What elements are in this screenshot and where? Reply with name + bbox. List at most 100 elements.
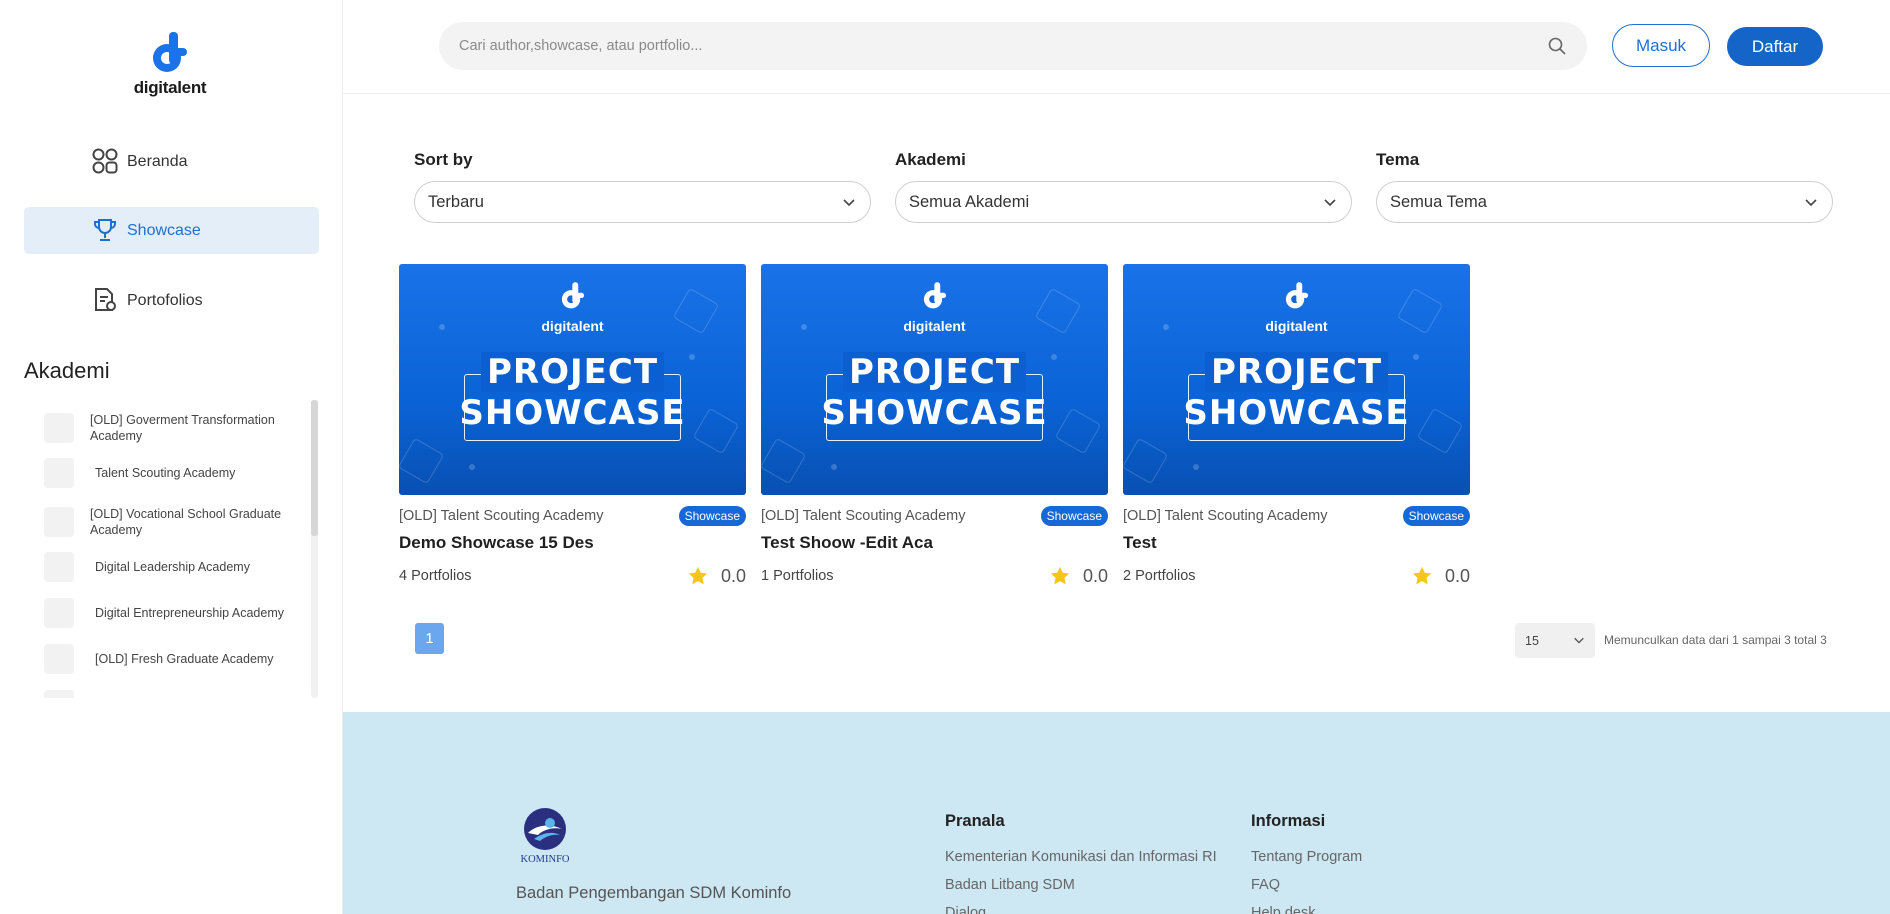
digitalent-logo-icon [147,30,193,76]
akademi-option[interactable] [44,690,314,698]
brand-name: digitalent [133,78,207,97]
search-input[interactable] [439,22,1587,70]
showcase-card[interactable]: digitalent PROJECT SHOWCASE [OLD] Talent… [1123,264,1470,587]
akademi-option[interactable]: [OLD] Fresh Graduate Academy [44,644,314,674]
digitalent-logo[interactable]: digitalent [125,30,215,98]
nav-beranda[interactable]: Beranda [24,138,319,185]
akademi-filter: Akademi Semua Akademi [895,150,1352,223]
filter-label: Tema [1376,150,1420,169]
akademi-option-label: [OLD] Fresh Graduate Academy [95,651,274,666]
showcase-thumbnail[interactable]: digitalent PROJECT SHOWCASE [399,264,746,495]
select-value: Semua Akademi [909,192,1030,211]
checkbox[interactable] [44,598,74,628]
select-value: Terbaru [428,192,484,211]
grid-icon [92,148,118,174]
checkbox[interactable] [44,690,74,698]
card-title[interactable]: Test Shoow -Edit Aca [761,533,1108,553]
checkbox[interactable] [44,644,74,674]
akademi-filter-list[interactable]: [OLD] Goverment Transformation Academy T… [24,398,320,698]
akademi-option[interactable]: Talent Scouting Academy [44,458,314,488]
akademi-option[interactable]: [OLD] Vocational School Graduate Academy [44,506,314,539]
kominfo-emblem-icon [524,808,566,850]
chevron-down-icon [843,199,855,207]
footer-link[interactable]: Kementerian Komunikasi dan Informasi RI [945,849,1217,877]
document-search-icon [95,288,116,311]
akademi-option-label: Talent Scouting Academy [95,465,236,480]
register-button[interactable]: Daftar [1727,27,1823,66]
nav-label: Portofolios [127,291,203,309]
chevron-down-icon [1324,199,1336,207]
rating: 0.0 [1049,565,1108,587]
thumbnail-title-line: PROJECT [1204,352,1389,392]
akademi-option[interactable]: [OLD] Goverment Transformation Academy [44,412,314,445]
thumbnail-title-line: PROJECT [480,352,665,392]
page-1-button[interactable]: 1 [415,623,444,654]
star-icon [688,566,708,585]
checkbox[interactable] [44,507,74,538]
thumbnail-brand: digitalent [903,318,966,334]
card-title[interactable]: Test [1123,533,1470,553]
akademi-option-label: Digital Leadership Academy [95,559,250,574]
footer-link[interactable]: Tentang Program [1251,849,1362,877]
checkbox[interactable] [44,552,74,582]
akademi-select[interactable]: Semua Akademi [895,181,1352,223]
kominfo-logo[interactable]: KOMINFO [515,807,575,865]
nav-label: Showcase [127,221,201,239]
showcase-thumbnail[interactable]: digitalent PROJECT SHOWCASE [761,264,1108,495]
select-value: Semua Tema [1390,192,1487,211]
footer-link[interactable]: FAQ [1251,877,1362,905]
footer-link[interactable]: Dialog [945,905,1217,914]
kominfo-logo-text: KOMINFO [520,854,570,865]
footer-link[interactable]: Help desk [1251,905,1362,914]
checkbox[interactable] [44,413,74,444]
tema-filter: Tema Semua Tema [1376,150,1833,223]
search-bar[interactable] [439,22,1587,70]
nav-portofolios[interactable]: Portofolios [24,277,319,324]
star-icon [1412,566,1432,585]
akademi-section-title: Akademi [24,358,110,383]
showcase-card[interactable]: digitalent PROJECT SHOWCASE [OLD] Talent… [761,264,1108,587]
showcase-card[interactable]: digitalent PROJECT SHOWCASE [OLD] Talent… [399,264,746,587]
rating-value: 0.0 [720,565,746,586]
thumbnail-title: PROJECT SHOWCASE [399,352,746,434]
card-akademi: [OLD] Talent Scouting Academy [1123,508,1328,524]
akademi-option[interactable]: Digital Leadership Academy [44,552,314,582]
digitalent-logo-icon [1285,282,1308,309]
rating: 0.0 [1411,565,1470,587]
showcase-thumbnail[interactable]: digitalent PROJECT SHOWCASE [1123,264,1470,495]
scrollbar-thumb[interactable] [311,400,318,536]
pagination-info: Memunculkan data dari 1 sampai 3 total 3 [1604,633,1827,647]
type-badge: Showcase [1402,506,1470,526]
thumbnail-title: PROJECT SHOWCASE [1123,352,1470,434]
card-title[interactable]: Demo Showcase 15 Des [399,533,746,553]
portfolio-count: 4 Portfolios [399,568,472,584]
footer-link[interactable]: Badan Litbang SDM [945,877,1217,905]
thumbnail-title-line: SHOWCASE [821,393,1048,433]
search-icon[interactable] [1547,36,1567,56]
rating-value: 0.0 [1082,565,1108,586]
digitalent-logo-icon [561,282,584,309]
portfolio-count: 1 Portfolios [761,568,834,584]
akademi-option-label: [OLD] Goverment Transformation Academy [90,413,275,444]
tema-select[interactable]: Semua Tema [1376,181,1833,223]
checkbox[interactable] [44,458,74,488]
top-bar: Masuk Daftar [343,0,1890,94]
akademi-scrollbar[interactable] [311,400,318,698]
nav-showcase[interactable]: Showcase [24,207,319,254]
login-button[interactable]: Masuk [1612,24,1710,67]
per-page-select[interactable]: 15 [1515,623,1595,658]
footer: KOMINFO Badan Pengembangan SDM Kominfo P… [343,712,1890,914]
digitalent-logo-icon [923,282,946,309]
sort-select[interactable]: Terbaru [414,181,871,223]
trophy-icon [94,219,116,241]
type-badge: Showcase [1040,506,1108,526]
star-icon [1050,566,1070,585]
informasi-column: Informasi Tentang Program FAQ Help desk [1251,812,1362,914]
sort-filter: Sort by Terbaru [414,150,871,223]
filter-label: Sort by [414,150,473,169]
sidebar: digitalent Beranda Showcase Portofolios … [0,0,343,914]
nav-label: Beranda [127,152,188,170]
akademi-option[interactable]: Digital Entrepreneurship Academy [44,598,314,628]
rating: 0.0 [687,565,746,587]
thumbnail-logo: digitalent [399,280,746,334]
